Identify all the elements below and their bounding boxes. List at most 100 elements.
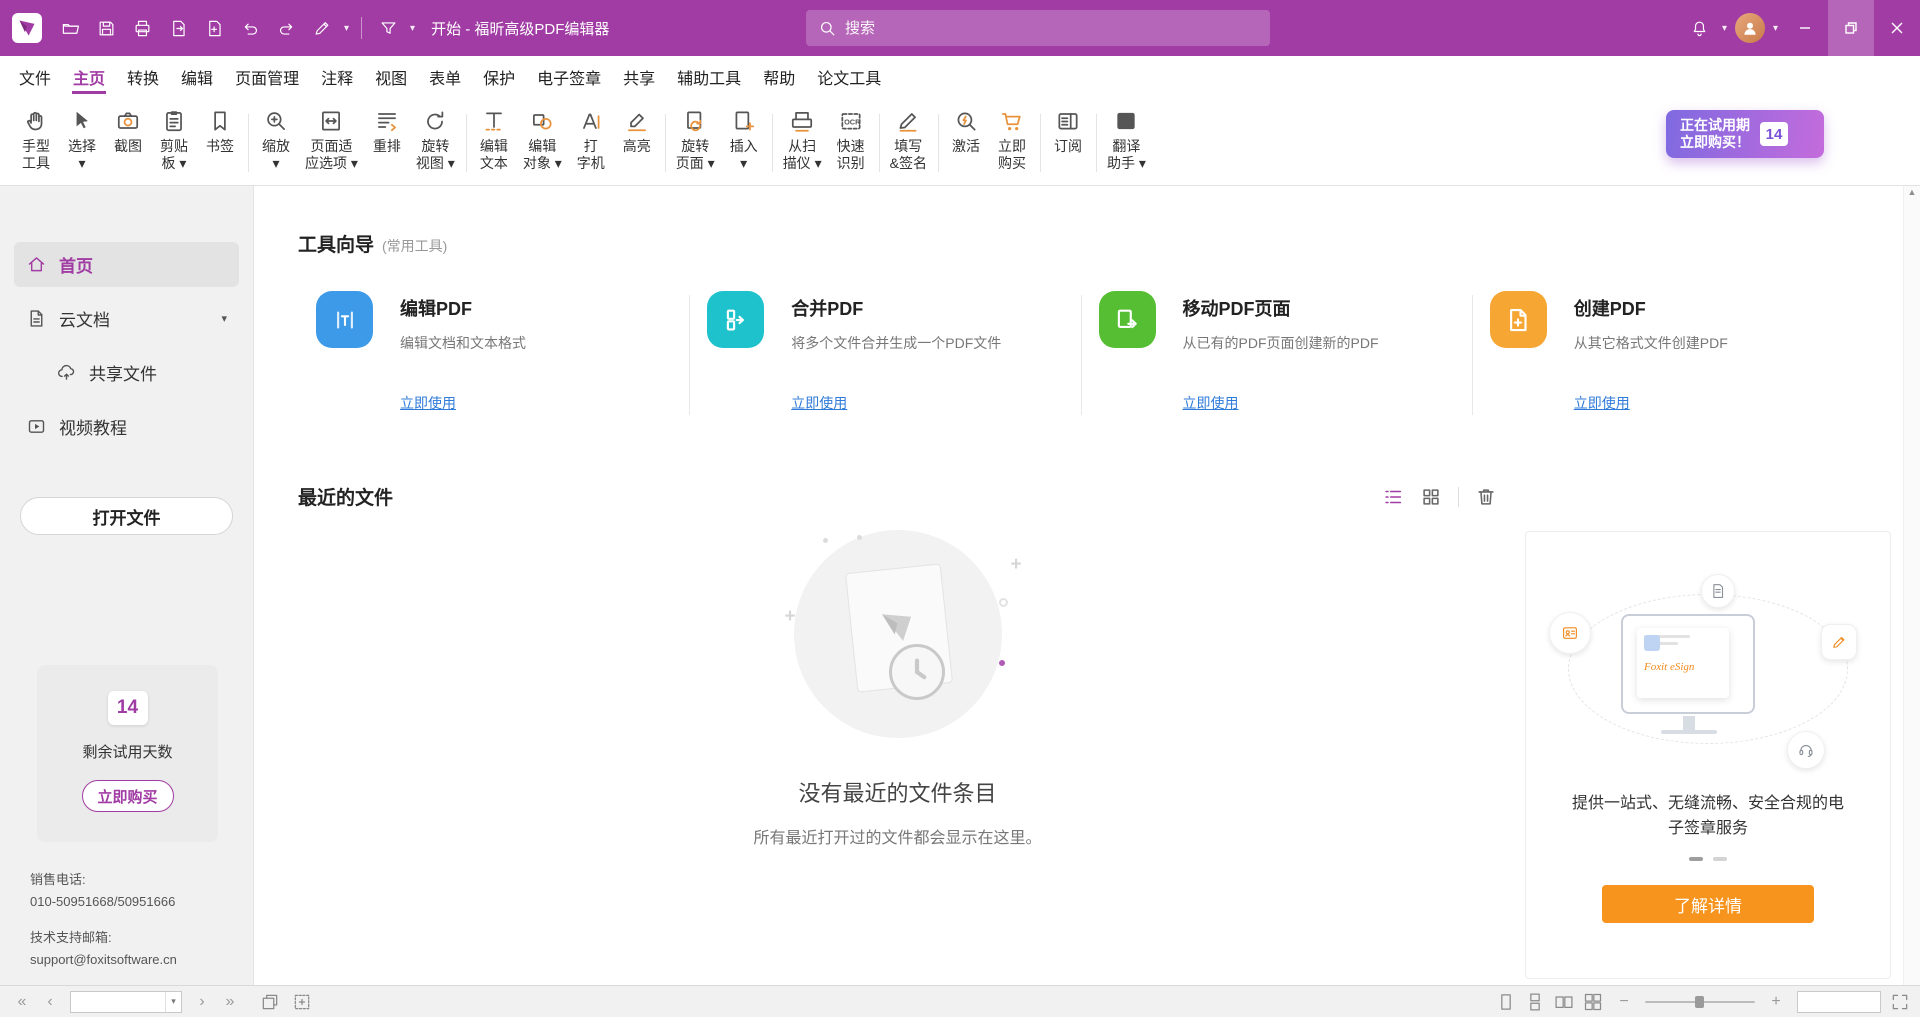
edit-text-button[interactable]: 编辑文本 [471,102,517,185]
menu-item-comment[interactable]: 注释 [310,56,364,98]
zoom-out-button[interactable]: − [1612,994,1636,1010]
merge-pdf-use-link[interactable]: 立即使用 [791,393,847,413]
zoom-in-button[interactable]: + [1764,994,1788,1010]
hand-tool-button[interactable]: 手型工具 [13,102,59,185]
clipboard-button[interactable]: 剪贴板 ▾ [151,102,197,185]
sidebar-item-label: 首页 [59,252,93,277]
zoom-slider-thumb[interactable] [1695,996,1704,1008]
search-input[interactable] [845,20,1258,37]
fill-sign-button[interactable]: 填写&签名 [884,102,933,185]
open-file-sidebar-button[interactable]: 打开文件 [20,497,233,535]
search-box[interactable] [806,10,1270,46]
edit-pdf-use-link[interactable]: 立即使用 [400,393,456,413]
menu-item-home[interactable]: 主页 [62,56,116,98]
menu-item-protect[interactable]: 保护 [472,56,526,98]
sidebar-item-video-tutorials[interactable]: 视频教程 [14,404,239,449]
page-number-input[interactable] [71,992,165,1012]
zoom-slider[interactable] [1645,995,1755,1009]
continuous-facing-view-button[interactable] [1583,992,1603,1012]
undo-button[interactable] [232,10,268,46]
page-number-caret-icon[interactable]: ▾ [165,992,181,1012]
customize-toolbar-button[interactable] [370,10,406,46]
export-pdf-button[interactable] [160,10,196,46]
edit-object-button[interactable]: 编辑对象 ▾ [517,102,568,185]
customize-toolbar-caret-icon[interactable]: ▾ [406,23,419,34]
fullscreen-button[interactable] [1890,992,1910,1012]
create-pdf-button[interactable] [196,10,232,46]
restore-button[interactable] [1828,0,1874,56]
support-email-value[interactable]: support@foxitsoftware.cn [30,949,177,971]
recent-files-title: 最近的文件 [298,483,393,510]
quick-ocr-button[interactable]: OCR 快速识别 [828,102,874,185]
learn-more-button[interactable]: 了解详情 [1602,885,1814,923]
redo-button[interactable] [268,10,304,46]
typewriter-icon [578,107,604,135]
notifications-bell-button[interactable] [1682,10,1718,46]
cloud-docs-caret-icon[interactable]: ▾ [221,312,227,325]
first-page-button[interactable]: « [10,994,34,1010]
sidebar-buy-now-button[interactable]: 立即购买 [82,780,174,812]
sidebar-item-shared-files[interactable]: 共享文件 [14,350,239,395]
reflow-button[interactable]: 重排 [364,102,410,185]
page-fit-button[interactable]: 页面适应选项 ▾ [299,102,364,185]
vertical-scrollbar[interactable]: ▲ [1903,186,1920,985]
quick-esign-button[interactable] [304,10,340,46]
menu-item-view[interactable]: 视图 [364,56,418,98]
zoom-button[interactable]: 缩放▾ [253,102,299,185]
previous-page-button[interactable]: ‹ [38,994,62,1010]
snapshot-button[interactable]: 截图 [105,102,151,185]
move-pdf-pages-use-link[interactable]: 立即使用 [1183,393,1239,413]
continuous-view-button[interactable] [1525,992,1545,1012]
facing-view-button[interactable] [1554,992,1574,1012]
trial-period-badge[interactable]: 正在试用期 立即购买！ 14 [1666,110,1824,158]
menu-item-page-management[interactable]: 页面管理 [224,56,310,98]
subscribe-button[interactable]: 订阅 [1045,102,1091,185]
create-pdf-use-link[interactable]: 立即使用 [1574,393,1630,413]
bookmark-button[interactable]: 书签 [197,102,243,185]
select-button[interactable]: 选择▾ [59,102,105,185]
menu-item-form[interactable]: 表单 [418,56,472,98]
menu-item-convert[interactable]: 转换 [116,56,170,98]
activate-button[interactable]: 激活 [943,102,989,185]
print-button[interactable] [124,10,160,46]
grid-view-button[interactable] [1420,486,1442,508]
scroll-up-arrow-icon[interactable]: ▲ [1908,187,1917,197]
rotate-view-button[interactable]: 旋转视图 ▾ [410,102,461,185]
clear-recent-trash-button[interactable] [1475,486,1497,508]
carousel-dot[interactable] [1713,857,1727,861]
translate-assistant-button[interactable]: 翻译助手 ▾ [1101,102,1152,185]
fill-sign-pen-icon [895,107,921,135]
insert-button[interactable]: 插入▾ [721,102,767,185]
close-button[interactable] [1874,0,1920,56]
last-page-button[interactable]: » [218,994,242,1010]
zoom-percent-input[interactable] [1798,992,1880,1012]
minimize-button[interactable] [1782,0,1828,56]
menu-item-paper-tools[interactable]: 论文工具 [806,56,892,98]
typewriter-button[interactable]: 打字机 [568,102,614,185]
account-caret-icon[interactable]: ▾ [1769,23,1782,34]
menu-item-edit[interactable]: 编辑 [170,56,224,98]
open-file-button[interactable] [52,10,88,46]
sidebar-item-cloud-docs[interactable]: 云文档 ▾ [14,296,239,341]
buy-now-button[interactable]: 立即购买 [989,102,1035,185]
carousel-dot-active[interactable] [1689,857,1703,861]
quick-esign-caret-icon[interactable]: ▾ [340,23,353,34]
menu-item-accessibility[interactable]: 辅助工具 [666,56,752,98]
highlight-button[interactable]: 高亮 [614,102,660,185]
menu-item-file[interactable]: 文件 [8,56,62,98]
menu-item-share[interactable]: 共享 [612,56,666,98]
user-avatar[interactable] [1735,13,1765,43]
single-page-view-button[interactable] [1496,992,1516,1012]
next-page-button[interactable]: › [190,994,214,1010]
menu-item-help[interactable]: 帮助 [752,56,806,98]
snapshot-view-button[interactable] [260,992,280,1012]
menu-item-esign[interactable]: 电子签章 [526,56,612,98]
clipboard-paste-button[interactable] [292,992,312,1012]
list-view-button[interactable] [1382,486,1404,508]
trial-badge-line1: 正在试用期 [1680,117,1750,134]
from-scanner-button[interactable]: 从扫描仪 ▾ [777,102,828,185]
sidebar-item-home[interactable]: 首页 [14,242,239,287]
notifications-caret-icon[interactable]: ▾ [1718,23,1731,34]
save-button[interactable] [88,10,124,46]
rotate-pages-button[interactable]: 旋转页面 ▾ [670,102,721,185]
